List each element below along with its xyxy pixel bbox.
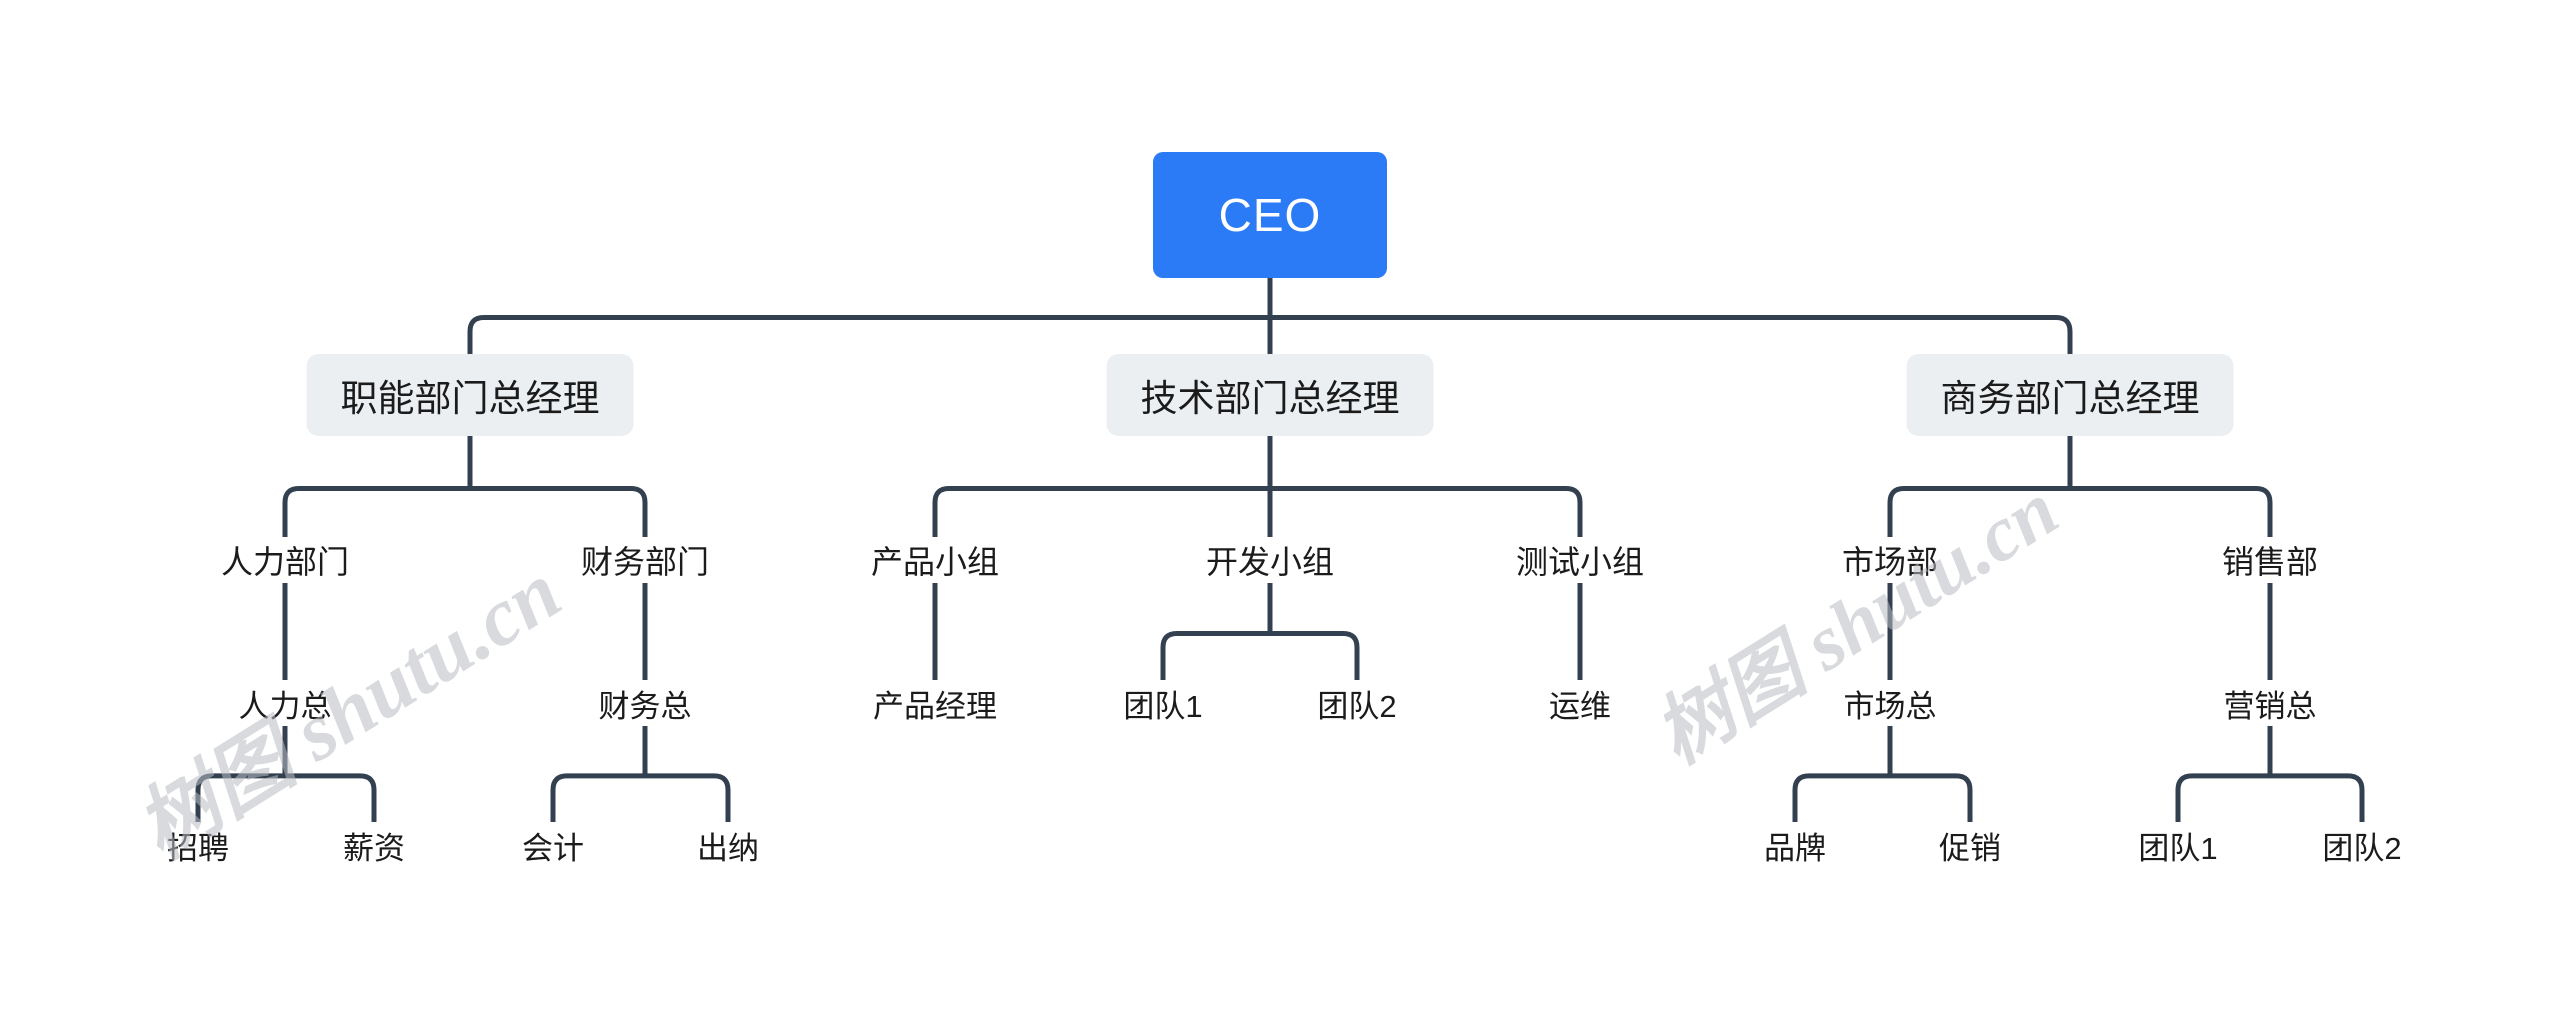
org-node-ops[interactable]: 运维 — [1543, 680, 1617, 726]
org-node-label: 会计 — [522, 830, 584, 866]
org-node-label: CEO — [1218, 189, 1322, 241]
org-node-label: 产品经理 — [873, 688, 997, 724]
org-node-label: 招聘 — [167, 830, 229, 866]
org-node-dev_team[interactable]: 开发小组 — [1200, 537, 1340, 583]
org-node-mkt_head[interactable]: 市场总 — [1838, 680, 1943, 726]
org-node-label: 财务总 — [598, 688, 692, 724]
org-node-sales_t2[interactable]: 团队2 — [2316, 822, 2407, 868]
org-node-label: 销售部 — [2221, 544, 2319, 580]
org-node-account[interactable]: 会计 — [516, 822, 590, 868]
org-node-hr_head[interactable]: 人力总 — [233, 680, 338, 726]
org-node-label: 薪资 — [343, 830, 405, 866]
org-node-label: 测试小组 — [1515, 544, 1645, 580]
org-node-label: 团队1 — [1123, 688, 1203, 724]
org-node-label: 促销 — [1939, 830, 2001, 866]
org-node-label: 品牌 — [1764, 830, 1826, 866]
org-node-label: 运维 — [1549, 688, 1611, 724]
org-node-ceo[interactable]: CEO — [1153, 152, 1387, 278]
org-node-label: 团队2 — [2322, 830, 2402, 866]
org-node-sales_dept[interactable]: 销售部 — [2216, 537, 2324, 583]
org-node-mkt_dept[interactable]: 市场部 — [1836, 537, 1944, 583]
connector-path — [1792, 773, 1973, 822]
org-node-dev_t1[interactable]: 团队1 — [1117, 680, 1208, 726]
org-node-payroll[interactable]: 薪资 — [337, 822, 411, 868]
org-node-fin_dept[interactable]: 财务部门 — [575, 537, 715, 583]
org-node-biz_gm[interactable]: 商务部门总经理 — [1906, 354, 2234, 436]
org-node-label: 技术部门总经理 — [1140, 378, 1400, 419]
org-node-label: 商务部门总经理 — [1940, 378, 2200, 419]
org-node-prod_team[interactable]: 产品小组 — [865, 537, 1005, 583]
org-node-fin_head[interactable]: 财务总 — [593, 680, 698, 726]
org-node-label: 职能部门总经理 — [340, 378, 600, 419]
connector-path — [2175, 773, 2365, 822]
org-chart-canvas: CEO 职能部门总经理 技术部门总经理 商务部门总经理人力部门 财务部门 产品小组 开发小组… — [0, 0, 2560, 1026]
connector-path — [550, 773, 731, 822]
connector-path — [282, 486, 648, 537]
connector-path — [1887, 486, 2273, 537]
org-node-label: 开发小组 — [1205, 544, 1335, 580]
org-node-sales_head[interactable]: 营销总 — [2218, 680, 2323, 726]
org-node-label: 人力部门 — [220, 544, 350, 580]
org-node-label: 财务部门 — [580, 544, 710, 580]
org-node-pm[interactable]: 产品经理 — [867, 680, 1003, 726]
org-node-label: 营销总 — [2223, 688, 2317, 724]
org-node-brand[interactable]: 品牌 — [1758, 822, 1832, 868]
org-node-cashier[interactable]: 出纳 — [691, 822, 765, 868]
connector-path — [932, 486, 1583, 537]
connector-path — [195, 773, 377, 822]
org-node-label: 市场部 — [1841, 544, 1939, 580]
org-node-label: 市场总 — [1843, 688, 1937, 724]
org-node-label: 人力总 — [238, 688, 332, 724]
org-node-dev_t2[interactable]: 团队2 — [1311, 680, 1402, 726]
org-node-hr_dept[interactable]: 人力部门 — [215, 537, 355, 583]
org-node-label: 团队2 — [1317, 688, 1397, 724]
org-node-qa_team[interactable]: 测试小组 — [1510, 537, 1650, 583]
connector-path — [1160, 630, 1360, 680]
org-node-tech_gm[interactable]: 技术部门总经理 — [1106, 354, 1434, 436]
org-node-label: 团队1 — [2138, 830, 2218, 866]
org-node-promo[interactable]: 促销 — [1933, 822, 2007, 868]
org-node-label: 产品小组 — [870, 544, 1000, 580]
org-node-recruit[interactable]: 招聘 — [161, 822, 235, 868]
org-node-fn_gm[interactable]: 职能部门总经理 — [306, 354, 634, 436]
org-node-label: 出纳 — [697, 830, 759, 866]
org-node-sales_t1[interactable]: 团队1 — [2132, 822, 2223, 868]
